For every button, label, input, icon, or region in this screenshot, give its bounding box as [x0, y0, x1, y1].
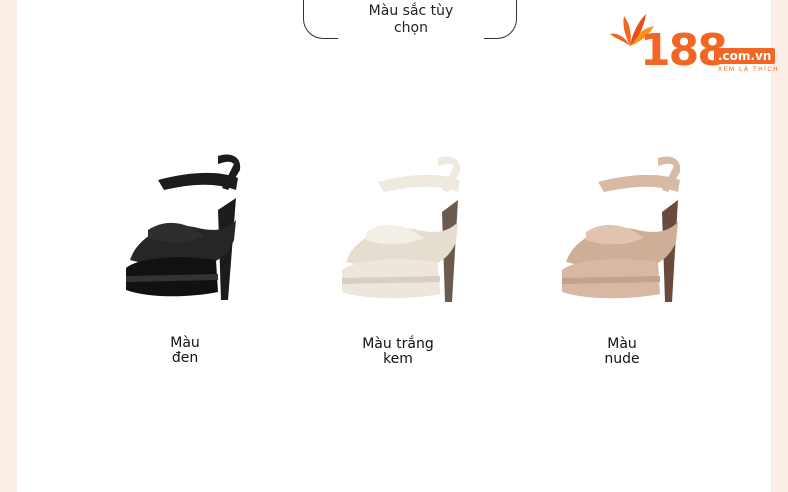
logo-number: 188 — [640, 25, 728, 76]
product-label-nude-line1: Màu — [607, 336, 637, 352]
product-label-black-line2: đen — [171, 350, 199, 366]
logo-domain: .com.vn — [714, 48, 776, 64]
product-label-black: Màu đen — [145, 336, 225, 366]
sandal-cream — [342, 156, 461, 302]
product-image-black-sandal[interactable] — [118, 150, 248, 302]
site-logo[interactable]: 188 .com.vn XEM LÀ THÍCH — [608, 8, 786, 80]
section-title: Màu sắc tùy chọn — [338, 3, 484, 37]
product-label-cream-line1: Màu trắng — [362, 336, 434, 352]
sandal-nude — [562, 156, 681, 302]
section-title-line2: chọn — [393, 20, 428, 36]
section-title-line1: Màu sắc tùy — [368, 3, 454, 19]
product-label-cream: Màu trắng kem — [352, 337, 444, 367]
product-label-cream-line2: kem — [383, 351, 413, 367]
sandal-black — [126, 154, 241, 300]
product-image-nude-sandal[interactable] — [556, 152, 694, 304]
logo-tagline: XEM LÀ THÍCH — [718, 66, 780, 73]
product-label-black-line1: Màu — [170, 335, 200, 351]
product-image-cream-sandal[interactable] — [334, 152, 474, 304]
product-label-nude: Màu nude — [582, 337, 662, 367]
product-label-nude-line2: nude — [604, 351, 640, 367]
